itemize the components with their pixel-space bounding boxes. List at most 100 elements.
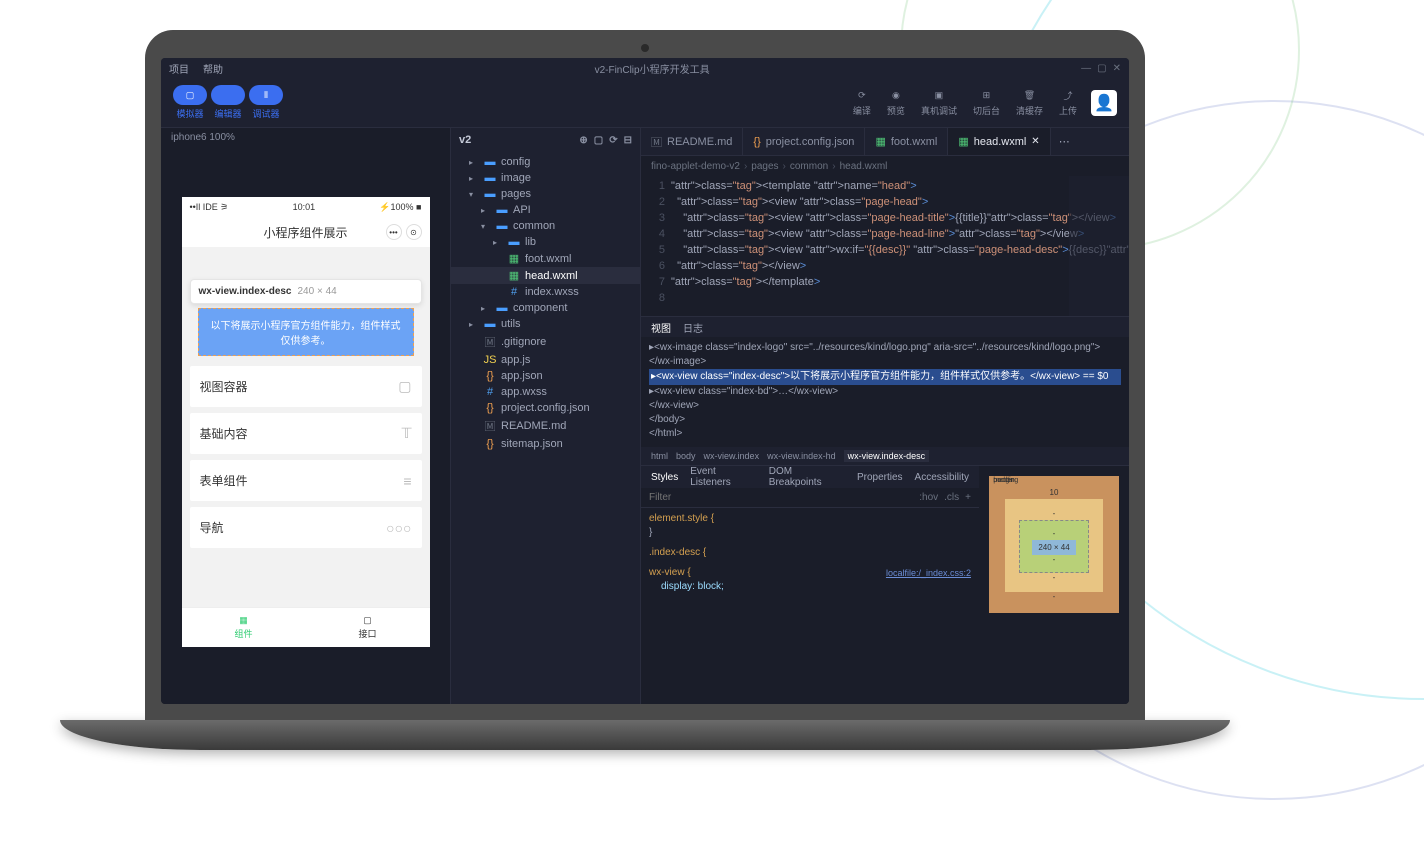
editor-tab[interactable]: ▦head.wxml✕: [948, 128, 1050, 155]
list-item[interactable]: 表单组件≡: [190, 460, 422, 501]
phone-tabbar: ▦ 组件 ▢ 接口: [182, 607, 430, 647]
crumb-item[interactable]: body: [676, 451, 696, 461]
code-line[interactable]: "attr">class="tag"><view "attr">class="p…: [671, 226, 1129, 242]
hov-toggle[interactable]: :hov: [919, 492, 938, 503]
tree-item[interactable]: ▸▬image: [451, 170, 640, 186]
minimap[interactable]: [1069, 176, 1129, 316]
code-line[interactable]: "attr">class="tag"><view "attr">class="p…: [671, 210, 1129, 226]
menu-help[interactable]: 帮助: [203, 61, 223, 76]
tree-item[interactable]: #index.wxss: [451, 284, 640, 300]
new-folder-icon[interactable]: ▢: [594, 135, 603, 146]
inspector-tab[interactable]: DOM Breakpoints: [769, 466, 845, 488]
new-file-icon[interactable]: ⊕: [579, 135, 587, 146]
toolbar-button[interactable]: ⊞切后台: [967, 86, 1006, 119]
tree-item[interactable]: ▦head.wxml: [451, 267, 640, 284]
crumb-item[interactable]: wx-view.index: [704, 451, 760, 461]
close-icon[interactable]: ✕: [1031, 136, 1039, 147]
tree-item[interactable]: ▸▬component: [451, 300, 640, 316]
filter-input[interactable]: [649, 492, 919, 503]
tree-item[interactable]: {}project.config.json: [451, 400, 640, 416]
breadcrumb-item[interactable]: fino-applet-demo-v2: [651, 161, 740, 172]
tree-item[interactable]: {}sitemap.json: [451, 436, 640, 452]
tree-item[interactable]: ▸▬utils: [451, 316, 640, 332]
css-rule[interactable]: .index-desc {</span></div><div class="pr…: [649, 546, 971, 560]
add-rule-icon[interactable]: +: [965, 492, 971, 503]
tab-console[interactable]: 日志: [683, 320, 703, 335]
highlighted-element[interactable]: 以下将展示小程序官方组件能力，组件样式仅供参考。: [198, 308, 414, 356]
toolbar-button[interactable]: ⟳编译: [847, 86, 877, 119]
close-icon[interactable]: ✕: [1113, 63, 1121, 74]
inspector-tab[interactable]: Styles: [651, 472, 678, 483]
css-rule[interactable]: element.style {}: [649, 512, 971, 540]
mode-button[interactable]: ⫴: [249, 85, 283, 105]
dom-node[interactable]: ▸<wx-image class="index-logo" src="../re…: [649, 341, 1121, 369]
border-value: -: [1053, 509, 1056, 518]
css-rule[interactable]: wx-view {localfile:/_index.css:2display:…: [649, 566, 971, 594]
code-line[interactable]: "attr">class="tag"><view "attr">class="p…: [671, 194, 1129, 210]
editor-tab[interactable]: ▦foot.wxml: [865, 128, 948, 155]
maximize-icon[interactable]: ▢: [1097, 63, 1106, 74]
close-icon[interactable]: ⊙: [406, 224, 422, 240]
cls-toggle[interactable]: .cls: [944, 492, 959, 503]
breadcrumb-item[interactable]: head.wxml: [840, 161, 888, 172]
tree-item[interactable]: #app.wxss: [451, 384, 640, 400]
tree-item[interactable]: 🄼README.md: [451, 416, 640, 436]
menu-icon[interactable]: •••: [386, 224, 402, 240]
toolbar-button[interactable]: ◉预览: [881, 86, 911, 119]
simulator-device[interactable]: iphone6 100%: [161, 128, 450, 147]
tab-elements[interactable]: 视图: [651, 320, 671, 335]
crumb-item[interactable]: html: [651, 451, 668, 461]
source-link[interactable]: localfile:/_index.css:2: [886, 566, 971, 580]
code-line[interactable]: "attr">class="tag"><view "attr">wx:if="{…: [671, 242, 1129, 258]
avatar[interactable]: 👤: [1091, 90, 1117, 116]
code-editor[interactable]: 12345678 "attr">class="tag"><template "a…: [641, 176, 1129, 316]
toolbar-button[interactable]: ⤴上传: [1053, 86, 1083, 119]
tab-component[interactable]: ▦ 组件: [182, 608, 306, 647]
dom-node[interactable]: </html>: [649, 427, 1121, 441]
collapse-icon[interactable]: ⊟: [624, 135, 632, 146]
editor-tab[interactable]: {}project.config.json: [743, 128, 865, 155]
crumb-item[interactable]: wx-view.index-desc: [844, 450, 930, 462]
breadcrumb-item[interactable]: pages: [751, 161, 778, 172]
inspector: Styles Event Listeners DOM Breakpoints Prop…: [641, 465, 1129, 704]
styles-panel[interactable]: element.style {} .index-desc {</span></di…: [641, 508, 979, 704]
tree-item[interactable]: ▸▬API: [451, 202, 640, 218]
dom-node[interactable]: ▸<wx-view class="index-desc">以下将展示小程序官方组…: [649, 369, 1121, 385]
inspector-tab[interactable]: Event Listeners: [690, 466, 757, 488]
mode-button[interactable]: ▢: [173, 85, 207, 105]
more-icon[interactable]: ⋯: [1051, 128, 1078, 155]
minimize-icon[interactable]: —: [1081, 63, 1091, 74]
tree-item[interactable]: ▸▬config: [451, 154, 640, 170]
tab-api[interactable]: ▢ 接口: [306, 608, 430, 647]
list-item[interactable]: 导航○○○: [190, 507, 422, 548]
inspector-tab[interactable]: Accessibility: [915, 472, 969, 483]
toolbar-button[interactable]: 🗑清缓存: [1010, 86, 1049, 119]
code-line[interactable]: "attr">class="tag"><template "attr">name…: [671, 178, 1129, 194]
editor-tab[interactable]: 🄼README.md: [641, 128, 743, 155]
dom-node[interactable]: ▸<wx-view class="index-bd">…</wx-view>: [649, 385, 1121, 399]
tree-item[interactable]: ▾▬pages: [451, 186, 640, 202]
toolbar-button[interactable]: ▣真机调试: [915, 86, 963, 119]
dom-node[interactable]: </body>: [649, 413, 1121, 427]
project-root[interactable]: v2: [459, 134, 471, 146]
crumb-item[interactable]: wx-view.index-hd: [767, 451, 836, 461]
mode-button[interactable]: [211, 85, 245, 105]
code-line[interactable]: "attr">class="tag"></view>: [671, 258, 1129, 274]
menu-project[interactable]: 项目: [169, 61, 189, 76]
tree-item[interactable]: ▾▬common: [451, 218, 640, 234]
code-line[interactable]: [671, 290, 1129, 306]
list-item[interactable]: 视图容器▢: [190, 366, 422, 407]
tree-item[interactable]: 🄼.gitignore: [451, 332, 640, 352]
inspector-tab[interactable]: Properties: [857, 472, 903, 483]
window-controls[interactable]: — ▢ ✕: [1081, 63, 1121, 74]
code-line[interactable]: "attr">class="tag"></template>: [671, 274, 1129, 290]
breadcrumb-item[interactable]: common: [790, 161, 828, 172]
tree-item[interactable]: {}app.json: [451, 368, 640, 384]
refresh-icon[interactable]: ⟳: [609, 135, 617, 146]
tree-item[interactable]: JSapp.js: [451, 352, 640, 368]
tree-item[interactable]: ▸▬lib: [451, 234, 640, 250]
dom-node[interactable]: </wx-view>: [649, 399, 1121, 413]
dom-tree[interactable]: ▸<wx-image class="index-logo" src="../re…: [641, 337, 1129, 447]
list-item[interactable]: 基础内容𝕋: [190, 413, 422, 454]
tree-item[interactable]: ▦foot.wxml: [451, 250, 640, 267]
